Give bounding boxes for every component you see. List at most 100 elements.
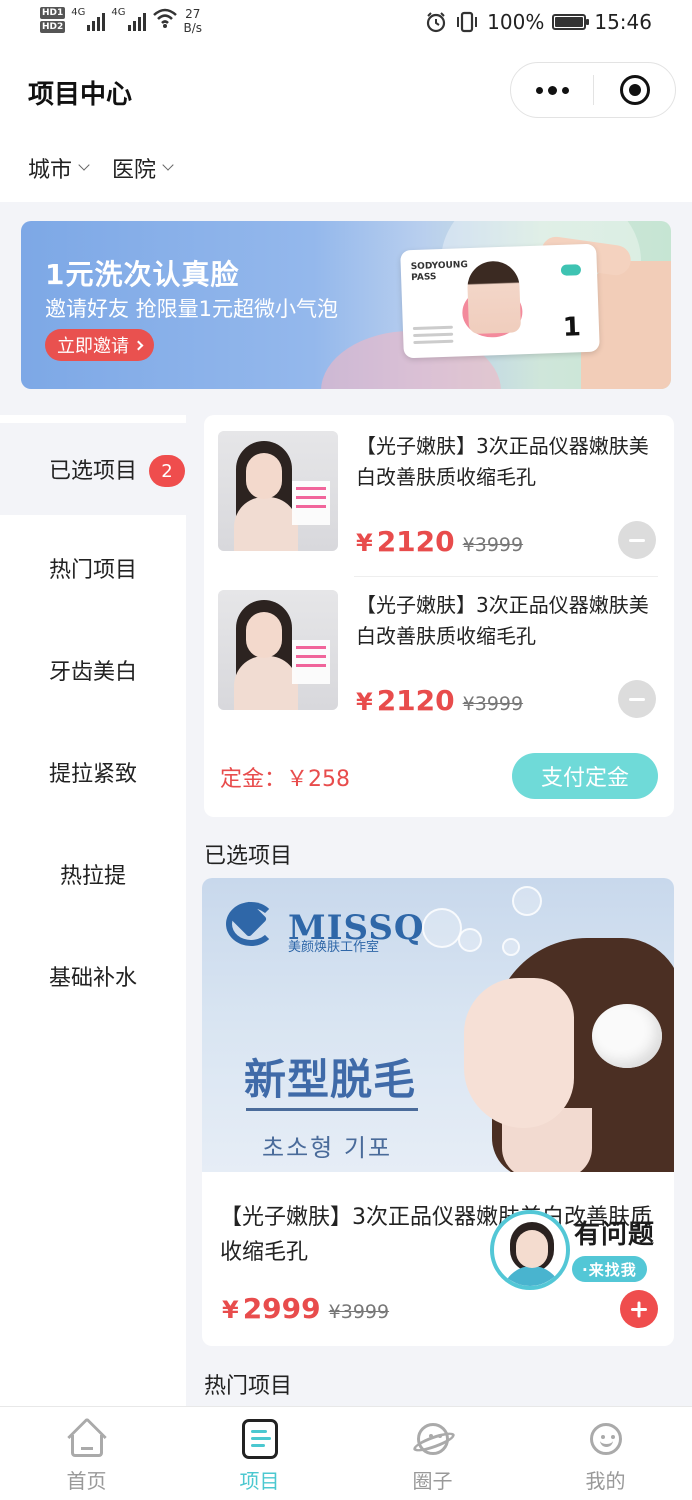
- sidebar-item-thermage[interactable]: 热拉提: [0, 828, 186, 920]
- invite-button-label: 立即邀请: [57, 336, 129, 357]
- product-price: ¥2999 ¥3999: [222, 1292, 389, 1325]
- chevron-down-icon: [162, 159, 174, 171]
- product-korean-text: 초소형 기포: [262, 1134, 393, 1162]
- network-type-label: 4G: [111, 7, 126, 18]
- count-badge: 2: [149, 455, 185, 487]
- signal-1: 4G: [71, 7, 106, 31]
- pay-deposit-button[interactable]: 支付定金: [512, 753, 658, 799]
- signal-2: 4G: [111, 7, 146, 31]
- customer-support-widget[interactable]: 有问题 ·来找我: [490, 1206, 680, 1294]
- tab-mine[interactable]: 我的: [519, 1407, 692, 1500]
- battery-percent: 100%: [487, 10, 545, 34]
- sidebar-item-selected[interactable]: 已选项目 2: [0, 423, 186, 515]
- minus-icon: [629, 538, 645, 542]
- promo-banner[interactable]: 1元洗次认真脸 邀请好友 抢限量1元超微小气泡 立即邀请 SODYOUNG PA…: [21, 221, 671, 389]
- product-image: MISSQ 美颜焕肤工作室 新型脱毛 초소형 기포: [202, 878, 674, 1172]
- sidebar-item-label: 热拉提: [59, 864, 126, 889]
- speed-value: 27: [185, 7, 201, 21]
- hd-indicators: HD1 HD2: [40, 7, 66, 33]
- product-headline: 新型脱毛: [244, 1046, 416, 1107]
- support-avatar: [490, 1210, 570, 1290]
- add-item-button[interactable]: [620, 1290, 658, 1328]
- pass-text-lines: [412, 322, 454, 345]
- sidebar-item-lifting[interactable]: 提拉紧致: [0, 726, 186, 818]
- vibrate-icon: [457, 11, 478, 33]
- battery-icon: [552, 14, 590, 30]
- selected-items-panel: 【光子嫩肤】3次正品仪器嫩肤美白改善肤质收缩毛孔 ¥2120 ¥3999 【光子嫩…: [204, 415, 674, 817]
- home-icon: [65, 1417, 109, 1461]
- more-dot-icon: [535, 86, 543, 94]
- currency-symbol: ¥: [356, 688, 373, 716]
- headline-part: 新型: [244, 1055, 331, 1104]
- more-dot-icon: [547, 85, 557, 95]
- status-left: HD1 HD2 4G 4G 27 B/s: [40, 7, 202, 35]
- hospital-filter-label: 医院: [112, 158, 157, 183]
- speed-unit: B/s: [183, 21, 203, 35]
- banner-subtitle: 邀请好友 抢限量1元超微小气泡: [45, 297, 339, 321]
- original-price: ¥3999: [462, 693, 524, 715]
- brand-logo-icon: [226, 894, 282, 950]
- tab-home[interactable]: 首页: [0, 1407, 173, 1500]
- pass-value: 1: [562, 312, 582, 343]
- sidebar-item-label: 热门项目: [48, 558, 137, 583]
- chevron-down-icon: [78, 159, 90, 171]
- hd-badge: HD1: [40, 7, 66, 19]
- target-icon: [619, 75, 650, 105]
- deposit-amount: 定金：￥258: [220, 767, 350, 792]
- currency-symbol: ¥: [356, 529, 373, 557]
- remove-item-button[interactable]: [618, 680, 656, 718]
- selected-item[interactable]: 【光子嫩肤】3次正品仪器嫩肤美白改善肤质收缩毛孔 ¥2120 ¥3999: [218, 431, 660, 571]
- status-bar: HD1 HD2 4G 4G 27 B/s 100% 15:46: [0, 0, 692, 46]
- sidebar-item-label: 基础补水: [48, 966, 137, 991]
- flower-icon: [592, 1004, 662, 1068]
- brand-subtitle: 美颜焕肤工作室: [288, 940, 380, 955]
- invite-button[interactable]: 立即邀请: [45, 329, 154, 361]
- tab-label: 我的: [585, 1469, 626, 1493]
- sidebar-item-label: 提拉紧致: [48, 762, 137, 787]
- sidebar-item-teeth-whitening[interactable]: 牙齿美白: [0, 624, 186, 716]
- network-type-label: 4G: [71, 7, 86, 18]
- pass-brand: SODYOUNG PASS: [410, 260, 468, 284]
- headline-underline: [246, 1108, 418, 1111]
- hd-badge: HD2: [40, 21, 66, 33]
- page-title: 项目中心: [28, 80, 133, 110]
- chevron-right-icon: [133, 340, 144, 350]
- selected-item[interactable]: 【光子嫩肤】3次正品仪器嫩肤美白改善肤质收缩毛孔 ¥2120 ¥3999: [218, 590, 660, 730]
- miniprogram-capsule: [510, 62, 676, 118]
- bottom-tab-bar: 首页 项目 圈子 我的: [0, 1406, 692, 1500]
- network-speed: 27 B/s: [184, 7, 203, 35]
- close-miniprogram-button[interactable]: [594, 63, 675, 117]
- item-title: 【光子嫩肤】3次正品仪器嫩肤美白改善肤质收缩毛孔: [356, 593, 649, 648]
- signal-icon: [87, 7, 106, 31]
- section-title-hot: 热门项目: [204, 1374, 293, 1399]
- banner-title: 1元洗次认真脸: [45, 258, 240, 291]
- headline-part: 脱毛: [330, 1055, 417, 1104]
- tab-label: 项目: [239, 1469, 280, 1493]
- support-question: 有问题: [574, 1220, 656, 1250]
- sidebar-item-hot[interactable]: 热门项目: [0, 522, 186, 614]
- more-dot-icon: [561, 86, 569, 94]
- model-photo: [452, 918, 674, 1172]
- city-filter-label: 城市: [28, 158, 73, 183]
- tab-community[interactable]: 圈子: [346, 1407, 519, 1500]
- model-portrait: [466, 260, 522, 335]
- remove-item-button[interactable]: [618, 521, 656, 559]
- price-value: 2999: [242, 1292, 321, 1325]
- divider: [354, 576, 658, 577]
- currency-symbol: ¥: [222, 1296, 239, 1324]
- city-filter[interactable]: 城市: [28, 152, 90, 184]
- pass-card-image: SODYOUNG PASS 1: [400, 243, 600, 359]
- sidebar-item-hydration[interactable]: 基础补水: [0, 930, 186, 1022]
- pass-badge: [561, 264, 582, 276]
- minus-icon: [629, 697, 645, 701]
- tab-label: 首页: [66, 1469, 107, 1493]
- hospital-filter[interactable]: 医院: [112, 152, 174, 184]
- sidebar-item-label: 牙齿美白: [48, 660, 137, 685]
- original-price: ¥3999: [328, 1301, 390, 1323]
- tab-projects[interactable]: 项目: [173, 1407, 346, 1500]
- item-price: ¥2120 ¥3999: [356, 525, 523, 558]
- product-thumbnail: [218, 590, 338, 710]
- more-button[interactable]: [511, 63, 593, 117]
- filter-bar: 城市 医院: [28, 152, 174, 184]
- original-price: ¥3999: [462, 534, 524, 556]
